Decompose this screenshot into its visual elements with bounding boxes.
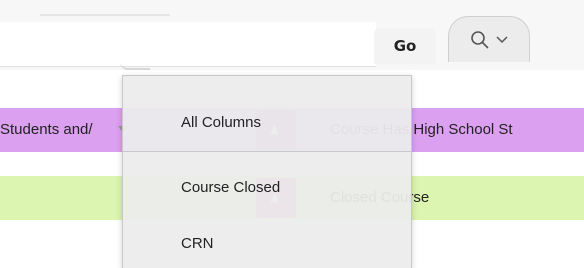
search-icon [470, 30, 490, 50]
menu-item-all-columns[interactable]: All Columns [123, 114, 411, 131]
menu-item-course-closed[interactable]: Course Closed [123, 179, 411, 196]
search-column-menu-button[interactable] [448, 16, 530, 62]
search-toolbar: Go [0, 0, 584, 70]
go-button[interactable]: Go [374, 28, 436, 64]
menu-item-crn[interactable]: CRN [123, 235, 411, 252]
search-input[interactable] [0, 22, 376, 67]
table-cell: Students and/ [0, 121, 93, 138]
chevron-down-icon [496, 35, 508, 45]
toolbar-divider [40, 14, 170, 16]
menu-divider [123, 151, 411, 152]
search-field-edge [120, 62, 150, 70]
column-dropdown-menu: All Columns Course Closed CRN [122, 75, 412, 268]
